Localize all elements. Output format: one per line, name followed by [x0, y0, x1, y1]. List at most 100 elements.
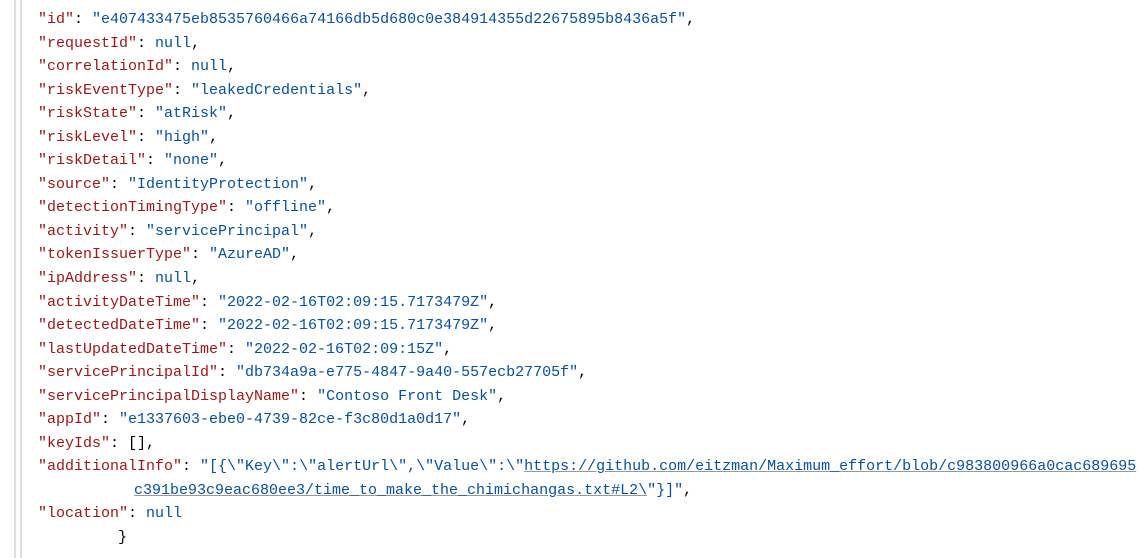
json-colon: : — [173, 82, 191, 99]
json-line: "correlationId": null, — [38, 55, 1139, 79]
json-array-value: [] — [128, 435, 146, 452]
json-colon: : — [227, 341, 245, 358]
json-comma: , — [461, 411, 470, 428]
json-comma: , — [578, 364, 587, 381]
json-string-value: "atRisk" — [155, 105, 227, 122]
json-line: "riskDetail": "none", — [38, 149, 1139, 173]
json-comma: , — [227, 58, 236, 75]
json-key: "detectionTimingType" — [38, 199, 227, 216]
json-key: "riskLevel" — [38, 129, 137, 146]
json-key: "additionalInfo" — [38, 458, 182, 475]
json-key: "activity" — [38, 223, 128, 240]
json-line: "riskLevel": "high", — [38, 126, 1139, 150]
json-colon: : — [101, 411, 119, 428]
json-line: "location": null — [38, 502, 1139, 526]
json-colon: : — [137, 35, 155, 52]
json-key: "riskDetail" — [38, 152, 146, 169]
json-colon: : — [128, 223, 146, 240]
json-key: "detectedDateTime" — [38, 317, 200, 334]
json-colon: : — [182, 458, 200, 475]
json-comma: , — [227, 105, 236, 122]
json-string-value: "none" — [164, 152, 218, 169]
json-colon: : — [137, 105, 155, 122]
json-line: "appId": "e1337603-ebe0-4739-82ce-f3c80d… — [38, 408, 1139, 432]
json-null-value: null — [155, 35, 191, 52]
json-string-value: "servicePrincipal" — [146, 223, 308, 240]
json-null-value: null — [191, 58, 227, 75]
json-colon: : — [191, 246, 209, 263]
json-comma: , — [497, 388, 506, 405]
json-comma: , — [308, 223, 317, 240]
json-string-value: "high" — [155, 129, 209, 146]
json-colon: : — [137, 129, 155, 146]
json-colon: : — [146, 152, 164, 169]
json-string-value: "e1337603-ebe0-4739-82ce-f3c80d1a0d17" — [119, 411, 461, 428]
json-comma: , — [290, 246, 299, 263]
json-line: "keyIds": [], — [38, 432, 1139, 456]
json-string-open: "[{\"Key\":\"alertUrl\",\"Value\":\" — [200, 458, 524, 475]
json-colon: : — [128, 505, 146, 522]
json-colon: : — [110, 435, 128, 452]
json-line: "ipAddress": null, — [38, 267, 1139, 291]
json-string-value: "IdentityProtection" — [128, 176, 308, 193]
json-string-value: "db734a9a-e775-4847-9a40-557ecb27705f" — [236, 364, 578, 381]
json-line: "lastUpdatedDateTime": "2022-02-16T02:09… — [38, 338, 1139, 362]
json-string-value: "offline" — [245, 199, 326, 216]
json-null-value: null — [146, 505, 182, 522]
json-key: "location" — [38, 505, 128, 522]
json-comma: , — [146, 435, 155, 452]
json-colon: : — [200, 317, 218, 334]
json-key: "tokenIssuerType" — [38, 246, 191, 263]
json-line: "source": "IdentityProtection", — [38, 173, 1139, 197]
json-key: "riskState" — [38, 105, 137, 122]
json-colon: : — [137, 270, 155, 287]
json-line: "detectedDateTime": "2022-02-16T02:09:15… — [38, 314, 1139, 338]
json-comma: , — [683, 482, 692, 499]
json-comma: , — [326, 199, 335, 216]
json-closing-brace: } — [38, 526, 1139, 550]
json-key: "correlationId" — [38, 58, 173, 75]
json-colon: : — [227, 199, 245, 216]
json-colon: : — [218, 364, 236, 381]
json-comma: , — [488, 294, 497, 311]
json-string-close: "}]" — [647, 482, 683, 499]
json-colon: : — [173, 58, 191, 75]
json-key: "requestId" — [38, 35, 137, 52]
json-colon: : — [74, 11, 92, 28]
json-colon: : — [299, 388, 317, 405]
json-colon: : — [110, 176, 128, 193]
json-string-value: "leakedCredentials" — [191, 82, 362, 99]
json-line: "riskState": "atRisk", — [38, 102, 1139, 126]
json-string-value: "Contoso Front Desk" — [317, 388, 497, 405]
json-string-value: "2022-02-16T02:09:15.7173479Z" — [218, 294, 488, 311]
json-line: "requestId": null, — [38, 32, 1139, 56]
json-key: "lastUpdatedDateTime" — [38, 341, 227, 358]
json-comma: , — [191, 35, 200, 52]
json-code-block: "id": "e407433475eb8535760466a74166db5d6… — [20, 0, 1139, 558]
json-key: "riskEventType" — [38, 82, 173, 99]
json-line: "servicePrincipalId": "db734a9a-e775-484… — [38, 361, 1139, 385]
json-key: "activityDateTime" — [38, 294, 200, 311]
json-key: "ipAddress" — [38, 270, 137, 287]
json-line: "additionalInfo": "[{\"Key\":\"alertUrl\… — [38, 455, 1139, 502]
json-string-value: "AzureAD" — [209, 246, 290, 263]
json-comma: , — [218, 152, 227, 169]
json-string-value: "e407433475eb8535760466a74166db5d680c0e3… — [92, 11, 686, 28]
json-null-value: null — [155, 270, 191, 287]
json-colon: : — [200, 294, 218, 311]
json-comma: , — [209, 129, 218, 146]
json-comma: , — [308, 176, 317, 193]
json-key: "source" — [38, 176, 110, 193]
json-key: "servicePrincipalId" — [38, 364, 218, 381]
json-key: "servicePrincipalDisplayName" — [38, 388, 299, 405]
json-line: "tokenIssuerType": "AzureAD", — [38, 243, 1139, 267]
json-key: "appId" — [38, 411, 101, 428]
json-key: "keyIds" — [38, 435, 110, 452]
json-string-value: "2022-02-16T02:09:15.7173479Z" — [218, 317, 488, 334]
json-line: "activity": "servicePrincipal", — [38, 220, 1139, 244]
json-string-value: "2022-02-16T02:09:15Z" — [245, 341, 443, 358]
json-line: "riskEventType": "leakedCredentials", — [38, 79, 1139, 103]
json-comma: , — [686, 11, 695, 28]
json-line: "id": "e407433475eb8535760466a74166db5d6… — [38, 8, 1139, 32]
json-line: "detectionTimingType": "offline", — [38, 196, 1139, 220]
